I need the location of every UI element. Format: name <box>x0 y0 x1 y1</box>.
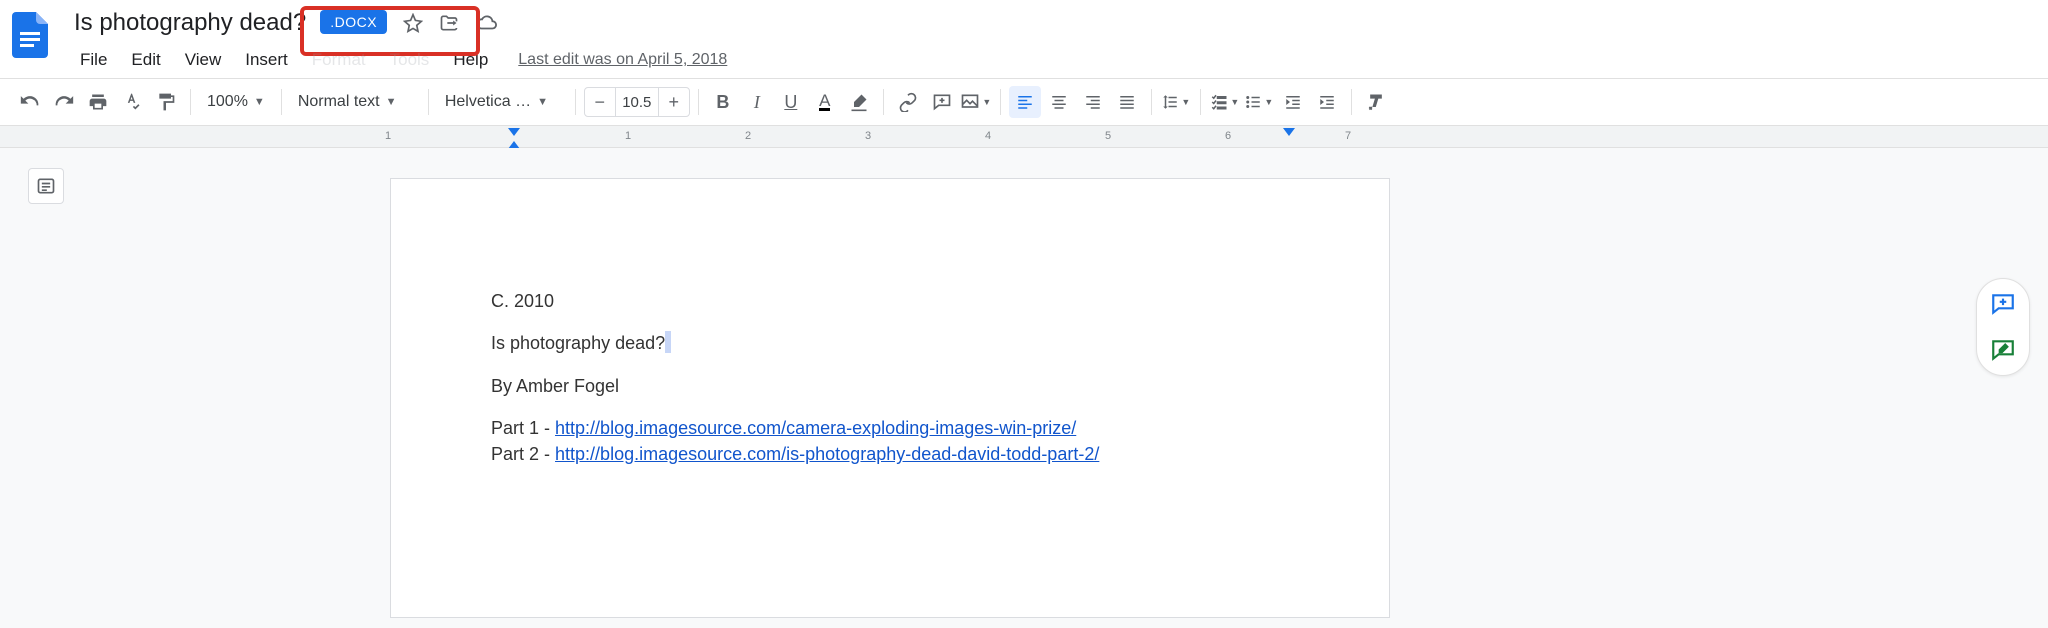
undo-button[interactable] <box>14 86 46 118</box>
star-icon[interactable] <box>403 13 423 33</box>
font-size-input[interactable] <box>615 88 659 116</box>
ruler-tick: 4 <box>985 130 991 142</box>
spellcheck-button[interactable] <box>116 86 148 118</box>
underline-button[interactable]: U <box>775 86 807 118</box>
font-size-box: − + <box>584 87 690 117</box>
indent-marker-top[interactable] <box>508 128 520 136</box>
menu-tools[interactable]: Tools <box>380 46 440 74</box>
font-size-increase[interactable]: + <box>659 88 689 116</box>
doc-line: Part 1 - http://blog.imagesource.com/cam… <box>491 416 1289 440</box>
menu-insert[interactable]: Insert <box>235 46 298 74</box>
docx-badge[interactable]: .DOCX <box>320 10 387 34</box>
style-select[interactable]: Normal text▼ <box>290 87 420 117</box>
ruler-tick: 5 <box>1105 130 1111 142</box>
cloud-icon[interactable] <box>475 13 497 33</box>
ruler[interactable]: 1 1 2 3 4 5 6 7 <box>0 126 2048 148</box>
insert-image-button[interactable]: ▼ <box>960 86 992 118</box>
doc-line: Is photography dead? <box>491 331 1289 355</box>
doc-line: By Amber Fogel <box>491 374 1289 398</box>
clear-formatting-button[interactable] <box>1360 86 1392 118</box>
align-center-button[interactable] <box>1043 86 1075 118</box>
redo-button[interactable] <box>48 86 80 118</box>
menu-help[interactable]: Help <box>443 46 498 74</box>
outline-toggle[interactable] <box>28 168 64 204</box>
document-page[interactable]: C. 2010 Is photography dead? By Amber Fo… <box>390 178 1390 618</box>
suggest-edits-side[interactable] <box>1986 333 2020 367</box>
font-size-decrease[interactable]: − <box>585 88 615 116</box>
last-edit-link[interactable]: Last edit was on April 5, 2018 <box>518 51 727 69</box>
link-part1[interactable]: http://blog.imagesource.com/camera-explo… <box>555 418 1076 438</box>
paint-format-button[interactable] <box>150 86 182 118</box>
right-indent-marker[interactable] <box>1283 128 1295 136</box>
increase-indent-button[interactable] <box>1311 86 1343 118</box>
align-justify-button[interactable] <box>1111 86 1143 118</box>
line-spacing-button[interactable]: ▼ <box>1160 86 1192 118</box>
menu-view[interactable]: View <box>175 46 232 74</box>
text-color-button[interactable]: A <box>809 86 841 118</box>
add-comment-side[interactable] <box>1986 287 2020 321</box>
italic-button[interactable]: I <box>741 86 773 118</box>
font-select[interactable]: Helvetica …▼ <box>437 87 567 117</box>
ruler-tick: 1 <box>625 130 631 142</box>
ruler-tick: 2 <box>745 130 751 142</box>
toolbar: 100%▼ Normal text▼ Helvetica …▼ − + B I … <box>0 78 2048 126</box>
decrease-indent-button[interactable] <box>1277 86 1309 118</box>
menu-format[interactable]: Format <box>302 46 376 74</box>
ruler-tick: 3 <box>865 130 871 142</box>
add-comment-button[interactable] <box>926 86 958 118</box>
print-button[interactable] <box>82 86 114 118</box>
bold-button[interactable]: B <box>707 86 739 118</box>
doc-line: Part 2 - http://blog.imagesource.com/is-… <box>491 442 1289 466</box>
menu-edit[interactable]: Edit <box>121 46 170 74</box>
menu-file[interactable]: File <box>70 46 117 74</box>
checklist-button[interactable]: ▼ <box>1209 86 1241 118</box>
docs-logo[interactable] <box>10 10 50 60</box>
align-right-button[interactable] <box>1077 86 1109 118</box>
move-icon[interactable] <box>439 13 459 33</box>
insert-link-button[interactable] <box>892 86 924 118</box>
zoom-select[interactable]: 100%▼ <box>199 87 273 117</box>
ruler-tick: 6 <box>1225 130 1231 142</box>
doc-line: C. 2010 <box>491 289 1289 313</box>
ruler-tick: 7 <box>1345 130 1351 142</box>
link-part2[interactable]: http://blog.imagesource.com/is-photograp… <box>555 444 1099 464</box>
align-left-button[interactable] <box>1009 86 1041 118</box>
ruler-tick: 1 <box>385 130 391 142</box>
bullet-list-button[interactable]: ▼ <box>1243 86 1275 118</box>
document-title[interactable]: Is photography dead? <box>70 7 310 39</box>
highlight-button[interactable] <box>843 86 875 118</box>
text-cursor <box>665 331 671 353</box>
side-tool-panel <box>1976 278 2030 376</box>
